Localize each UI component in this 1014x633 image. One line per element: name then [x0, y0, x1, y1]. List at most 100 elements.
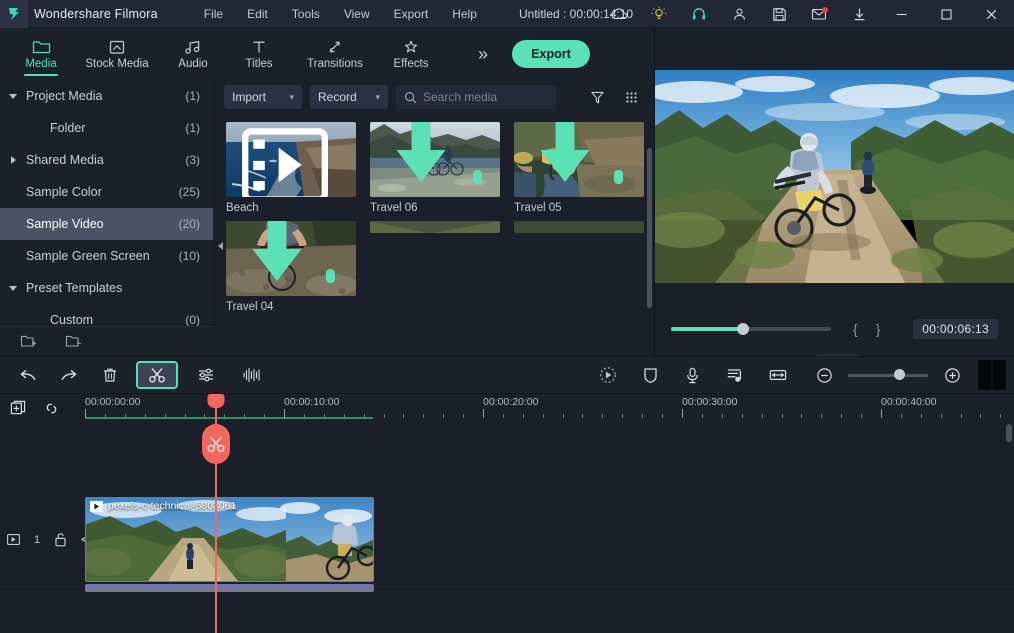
media-thumbnail[interactable]: [514, 122, 644, 197]
timeline-clip-lower[interactable]: [85, 584, 374, 592]
menu-help[interactable]: Help: [440, 3, 489, 25]
audio-mixer-icon[interactable]: [718, 361, 750, 389]
sidebar-item-folder[interactable]: Folder (1): [0, 112, 214, 144]
download-icon[interactable]: [370, 122, 486, 189]
tab-effects[interactable]: Effects: [378, 28, 444, 80]
tab-media[interactable]: Media: [8, 28, 74, 80]
menu-edit[interactable]: Edit: [235, 3, 280, 25]
minimize-button[interactable]: [879, 0, 924, 28]
media-thumbnail[interactable]: [370, 221, 500, 233]
preview-timecode[interactable]: 00:00:06:13: [913, 319, 998, 339]
tip-bulb-icon[interactable]: [639, 0, 679, 28]
download-icon[interactable]: [514, 122, 630, 189]
record-dropdown-button[interactable]: Record ▾: [310, 85, 388, 109]
sidebar-item-project-media[interactable]: Project Media (1): [0, 80, 214, 112]
headset-support-icon[interactable]: [679, 0, 719, 28]
color-settings-icon[interactable]: [190, 361, 222, 389]
mail-icon[interactable]: [799, 0, 839, 28]
tab-stock-media[interactable]: Stock Media: [74, 28, 160, 80]
timeline-zoom-slider[interactable]: [848, 374, 928, 377]
sidebar-item-sample-color[interactable]: Sample Color (25): [0, 176, 214, 208]
fit-timeline-icon[interactable]: [762, 361, 794, 389]
grid-view-icon[interactable]: [618, 84, 644, 110]
ruler-tick: [841, 414, 842, 418]
save-icon[interactable]: [759, 0, 799, 28]
shield-mask-icon[interactable]: [634, 361, 666, 389]
media-item-travel-04[interactable]: Travel 04: [226, 221, 356, 313]
ruler-tick: [602, 414, 603, 418]
import-dropdown-button[interactable]: Import ▾: [224, 85, 302, 109]
chevron-down-icon[interactable]: [0, 286, 26, 291]
menu-view[interactable]: View: [332, 3, 382, 25]
new-folder-icon[interactable]: [20, 334, 37, 348]
chevron-right-icon[interactable]: [0, 156, 26, 164]
more-tabs-chevron-icon[interactable]: »: [468, 44, 498, 65]
export-button[interactable]: Export: [512, 40, 590, 68]
delete-icon[interactable]: [94, 361, 126, 389]
chevron-down-icon: ▾: [375, 92, 380, 103]
playhead[interactable]: [215, 394, 217, 633]
tab-transitions[interactable]: Transitions: [292, 28, 378, 80]
tab-audio[interactable]: Audio: [160, 28, 226, 80]
download-icon[interactable]: [226, 221, 342, 288]
search-media-box[interactable]: [396, 85, 556, 109]
redo-icon[interactable]: [52, 361, 84, 389]
media-item-beach[interactable]: Beach: [226, 122, 356, 214]
track-row-lower[interactable]: [0, 590, 1014, 633]
filter-funnel-icon[interactable]: [584, 84, 610, 110]
media-thumbnail[interactable]: [514, 221, 644, 233]
download-icon[interactable]: [839, 0, 879, 28]
media-item-partial-left[interactable]: [370, 221, 500, 313]
menu-export[interactable]: Export: [382, 3, 441, 25]
close-button[interactable]: [969, 0, 1014, 28]
media-thumbnail[interactable]: [370, 122, 500, 197]
timeline-clip[interactable]: pexels-c-technical-5803061: [85, 497, 374, 582]
sidebar-item-sample-green-screen[interactable]: Sample Green Screen (10): [0, 240, 214, 272]
media-item-travel-06[interactable]: Travel 06: [370, 122, 500, 214]
search-input[interactable]: [423, 90, 543, 104]
clip-title-label: pexels-c-technical-5803061: [108, 500, 236, 512]
progress-knob[interactable]: [737, 323, 749, 335]
audio-waveform-icon[interactable]: [236, 361, 268, 389]
track-row[interactable]: 1: [0, 490, 1014, 590]
account-icon[interactable]: [719, 0, 759, 28]
playback-progress-slider[interactable]: [671, 327, 831, 331]
split-scissors-button[interactable]: [136, 361, 178, 389]
mark-out-button[interactable]: }: [876, 321, 881, 337]
cloud-icon[interactable]: [599, 0, 639, 28]
chevron-down-icon[interactable]: [0, 94, 26, 99]
sidebar-item-label: Sample Green Screen: [26, 249, 179, 263]
media-item-partial-right[interactable]: [514, 221, 644, 313]
remove-folder-icon[interactable]: [65, 334, 82, 348]
maximize-button[interactable]: [924, 0, 969, 28]
voiceover-mic-icon[interactable]: [676, 361, 708, 389]
tab-titles[interactable]: Titles: [226, 28, 292, 80]
media-thumbnail[interactable]: [226, 221, 356, 296]
menu-tools[interactable]: Tools: [280, 3, 332, 25]
undo-icon[interactable]: [12, 361, 44, 389]
media-scrollbar[interactable]: [647, 148, 652, 308]
add-track-icon[interactable]: [10, 400, 27, 417]
sidebar-item-sample-video[interactable]: Sample Video (20): [0, 208, 214, 240]
zoom-out-icon[interactable]: [808, 361, 840, 389]
panel-collapse-arrow-icon[interactable]: [218, 242, 223, 250]
unlock-icon[interactable]: [54, 532, 67, 547]
motion-tracking-icon[interactable]: [592, 361, 624, 389]
timeline-vertical-scrollbar[interactable]: [1006, 424, 1012, 442]
playhead-split-button[interactable]: [202, 424, 230, 464]
media-thumbnail[interactable]: [226, 122, 356, 197]
sidebar-item-preset-templates[interactable]: Preset Templates: [0, 272, 214, 304]
media-toolbar: Import ▾ Record ▾: [214, 80, 654, 114]
preview-video-stage[interactable]: [655, 70, 1014, 283]
mark-in-button[interactable]: {: [853, 321, 858, 337]
sidebar-item-shared-media[interactable]: Shared Media (3): [0, 144, 214, 176]
filmora-logo-icon: [0, 0, 28, 28]
media-item-travel-05[interactable]: Travel 05: [514, 122, 644, 214]
ruler-tick: [324, 414, 325, 418]
zoom-in-icon[interactable]: [936, 361, 968, 389]
zoom-slider-knob[interactable]: [894, 369, 905, 380]
menu-file[interactable]: File: [192, 3, 235, 25]
ruler-tick: [384, 414, 385, 418]
playhead-handle[interactable]: [208, 394, 225, 408]
link-toggle-icon[interactable]: [43, 401, 60, 416]
